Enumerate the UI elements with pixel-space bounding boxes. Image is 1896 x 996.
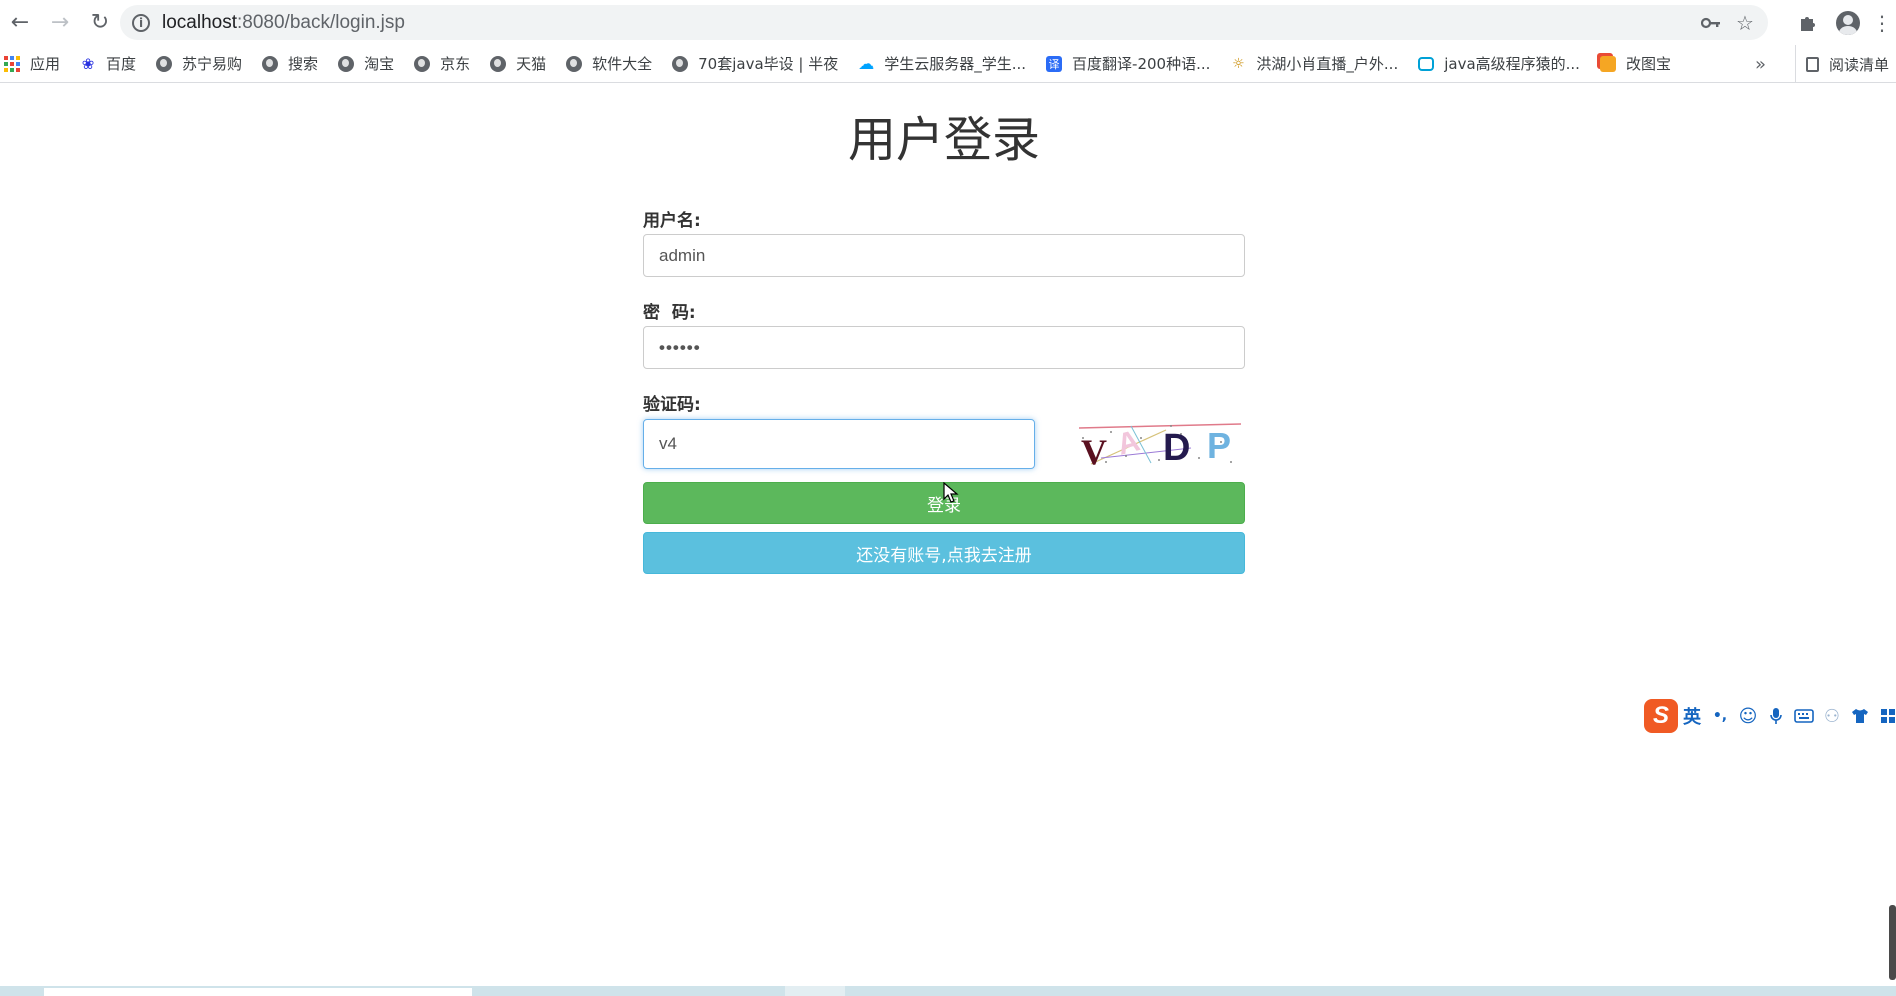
captcha-image[interactable]: V A D P: [1071, 418, 1243, 470]
ime-mode-toggle[interactable]: 英: [1678, 699, 1706, 733]
bookmark-student-cloud[interactable]: ☁ 学生云服务器_学生...: [848, 49, 1036, 79]
bookmark-label: 70套java毕设 | 半夜: [698, 55, 839, 73]
login-form: 用户名: admin 密 码: •••••• 验证码: v4 V A D P 登…: [643, 200, 1245, 574]
url-text[interactable]: localhost:8080/back/login.jsp: [162, 12, 1694, 34]
bookmark-suning[interactable]: 苏宁易购: [146, 49, 252, 79]
globe-icon: [672, 55, 689, 72]
bookmarks-overflow-button[interactable]: »: [1755, 45, 1766, 82]
browser-toolbar: ← → ↻ i localhost:8080/back/login.jsp ☆ …: [0, 0, 1896, 45]
site-info-icon[interactable]: i: [132, 13, 150, 32]
extensions-puzzle-icon[interactable]: [1788, 3, 1828, 43]
bilibili-icon: [1418, 56, 1435, 71]
bookmark-label: 百度: [106, 55, 137, 73]
url-host: localhost: [162, 11, 237, 33]
cloud-icon: ☁: [858, 54, 875, 73]
globe-icon: [338, 55, 355, 72]
bookmark-gaitubao[interactable]: 改图宝: [1590, 49, 1681, 79]
key-icon[interactable]: [1694, 6, 1728, 40]
user-settings-icon[interactable]: ⚇: [1818, 699, 1846, 733]
skin-shirt-icon[interactable]: [1846, 699, 1874, 733]
bookmark-label: 软件大全: [592, 55, 653, 73]
bookmark-label: 搜索: [288, 55, 319, 73]
mouse-cursor-icon: [943, 482, 959, 503]
baidu-paw-icon: ❀: [81, 54, 95, 73]
bookmark-jd[interactable]: 京东: [404, 49, 480, 79]
bottom-taskbar-strip: [0, 986, 1896, 996]
sogou-logo-icon[interactable]: S: [1644, 699, 1678, 733]
bookmark-bilibili[interactable]: java高级程序猿的...: [1408, 49, 1590, 79]
captcha-row: v4 V A D P: [643, 418, 1245, 470]
reading-list-icon: [1806, 56, 1819, 72]
bookmarks-bar: 应用 ❀ 百度 苏宁易购 搜索 淘宝 京东 天猫 软件大全 70套java毕设 …: [0, 45, 1896, 83]
username-label: 用户名:: [643, 211, 701, 231]
password-label: 密 码:: [643, 303, 696, 323]
translate-icon: 译: [1046, 55, 1063, 72]
avatar-icon: [1836, 10, 1860, 35]
bookmark-java-projects[interactable]: 70套java毕设 | 半夜: [662, 49, 848, 79]
captcha-char-4: P: [1207, 425, 1231, 466]
password-input[interactable]: ••••••: [643, 326, 1245, 369]
bookmark-tmall[interactable]: 天猫: [480, 49, 556, 79]
profile-avatar[interactable]: [1828, 3, 1868, 43]
bookmark-baidu[interactable]: ❀ 百度: [70, 49, 146, 79]
globe-icon: [414, 55, 431, 72]
page-title: 用户登录: [847, 112, 1040, 168]
bookmark-label: 淘宝: [364, 55, 395, 73]
register-button[interactable]: 还没有账号,点我去注册: [643, 532, 1245, 574]
bookmark-software[interactable]: 软件大全: [556, 49, 662, 79]
globe-icon: [156, 55, 173, 72]
bookmark-label: 百度翻译-200种语...: [1072, 55, 1211, 73]
bookmark-label: 改图宝: [1625, 55, 1671, 73]
ime-toolbar: S 英 •, ☺ ⚇: [1644, 696, 1896, 736]
bookmark-label: 应用: [30, 55, 61, 73]
taskbar-segment: [44, 988, 472, 996]
url-path: :8080/back/login.jsp: [237, 11, 405, 33]
scrollbar-thumb[interactable]: [1889, 905, 1896, 980]
reading-list-label: 阅读清单: [1829, 55, 1890, 74]
captcha-label: 验证码:: [643, 395, 701, 415]
reload-icon[interactable]: ↻: [80, 0, 120, 45]
bookmark-apps[interactable]: 应用: [0, 49, 70, 79]
reading-list-button[interactable]: 阅读清单: [1795, 45, 1890, 82]
username-input[interactable]: admin: [643, 234, 1245, 277]
bookmark-label: 学生云服务器_学生...: [884, 55, 1027, 73]
bookmark-label: 洪湖小肖直播_户外...: [1256, 55, 1399, 73]
captcha-char-1: V: [1081, 432, 1107, 470]
back-arrow-icon[interactable]: ←: [0, 0, 40, 45]
emoji-icon[interactable]: ☺: [1734, 699, 1762, 733]
globe-icon: [490, 55, 507, 72]
globe-icon: [262, 55, 279, 72]
image-edit-icon: [1599, 55, 1616, 72]
bookmark-label: 天猫: [516, 55, 547, 73]
bookmark-label: 苏宁易购: [182, 55, 243, 73]
bookmark-label: 京东: [440, 55, 471, 73]
bookmark-baidu-translate[interactable]: 译 百度翻译-200种语...: [1036, 49, 1220, 79]
bookmark-taobao[interactable]: 淘宝: [328, 49, 404, 79]
punctuation-toggle[interactable]: •,: [1706, 699, 1734, 733]
globe-icon: [566, 55, 583, 72]
bookmark-search[interactable]: 搜索: [252, 49, 328, 79]
bookmark-live[interactable]: ☼ 洪湖小肖直播_户外...: [1220, 49, 1408, 79]
keyboard-icon[interactable]: [1790, 699, 1818, 733]
address-bar[interactable]: i localhost:8080/back/login.jsp ☆: [120, 5, 1768, 40]
forward-arrow-icon[interactable]: →: [40, 0, 80, 45]
taskbar-segment: [785, 986, 845, 996]
live-icon: ☼: [1232, 55, 1245, 72]
bookmark-label: java高级程序猿的...: [1444, 55, 1580, 73]
toolbox-grid-icon[interactable]: [1874, 699, 1896, 733]
menu-kebab-icon[interactable]: ⋮: [1868, 3, 1896, 43]
microphone-icon[interactable]: [1762, 699, 1790, 733]
captcha-char-3: D: [1163, 427, 1190, 469]
captcha-input[interactable]: v4: [643, 419, 1035, 469]
apps-grid-icon: [4, 55, 20, 72]
star-icon[interactable]: ☆: [1728, 6, 1762, 40]
